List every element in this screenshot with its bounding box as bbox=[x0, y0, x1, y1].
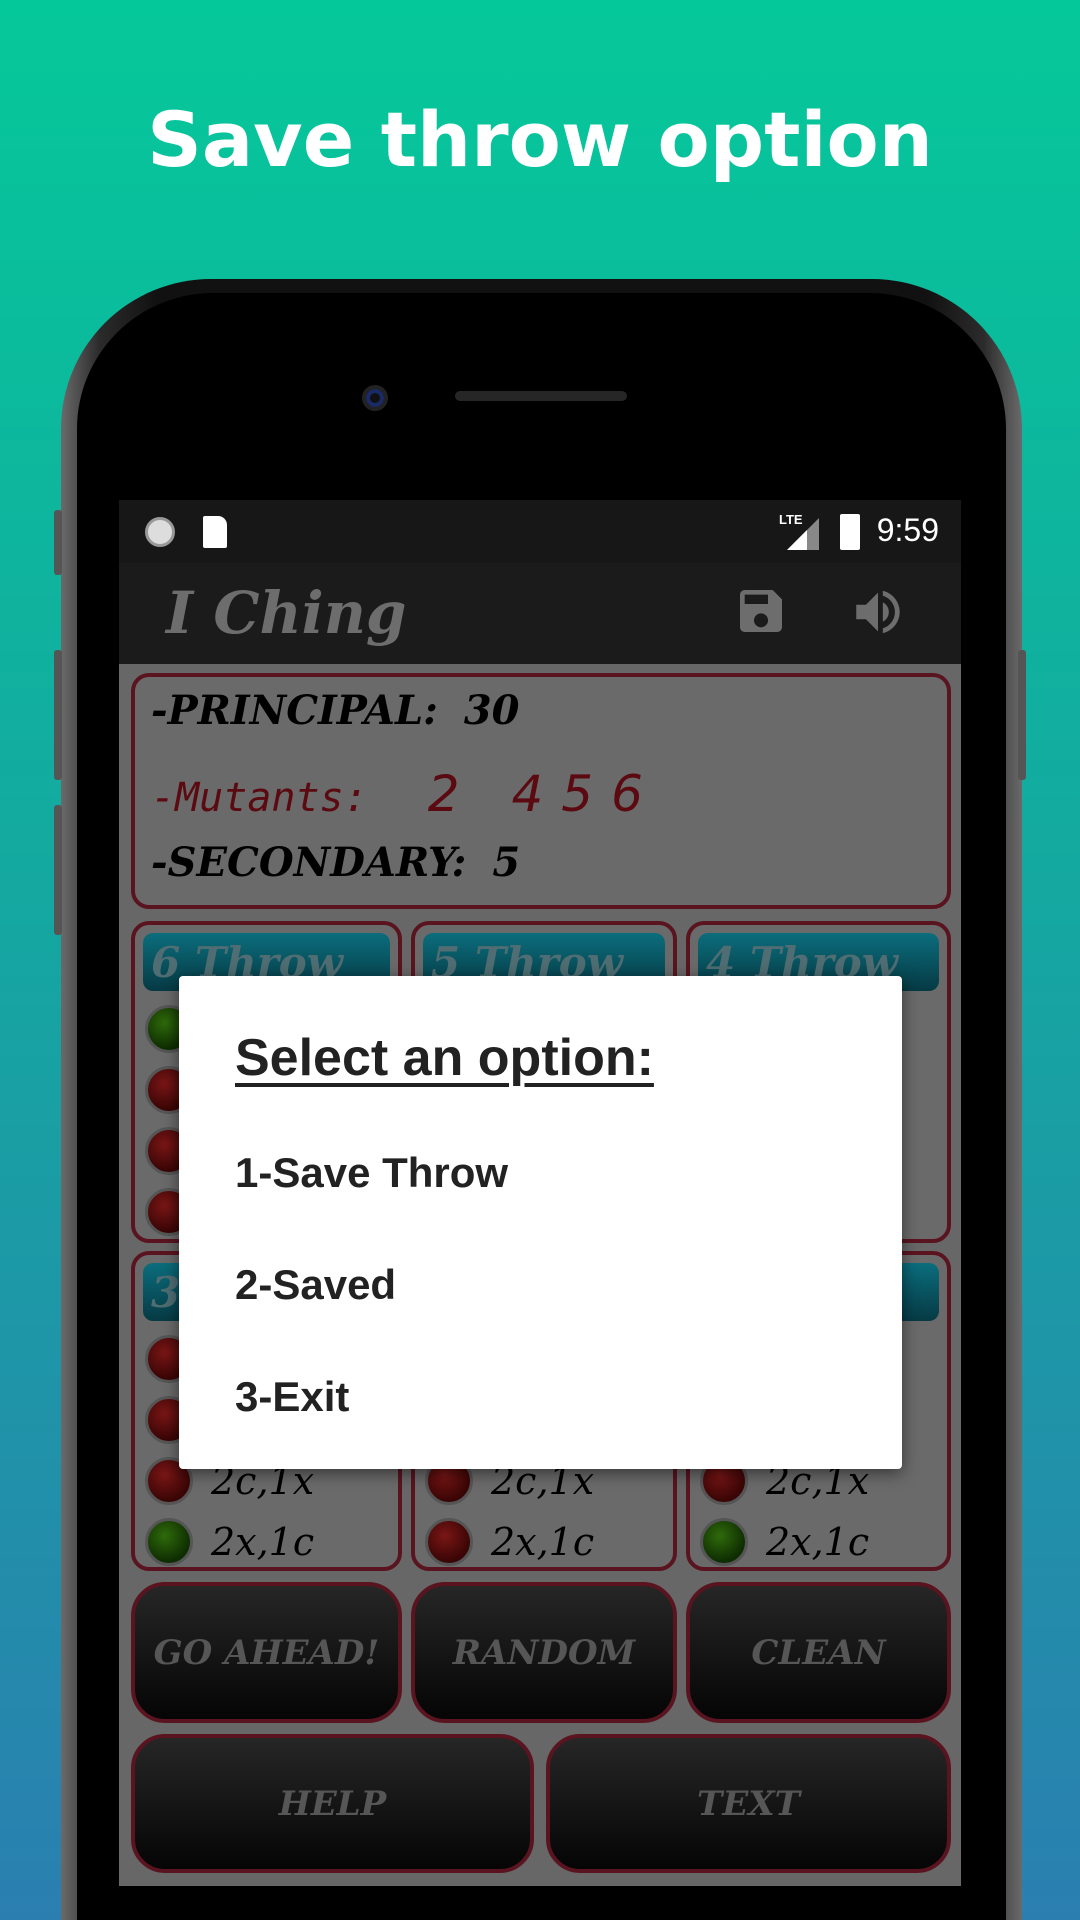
mutants-label: -Mutants: bbox=[151, 775, 368, 821]
option-save-throw[interactable]: 1-Save Throw bbox=[235, 1149, 508, 1197]
mutants-row: -Mutants: 2 456 bbox=[151, 765, 661, 823]
phone-side-button bbox=[54, 510, 62, 575]
secondary-value: 5 bbox=[492, 839, 521, 886]
sync-icon bbox=[145, 517, 175, 547]
save-icon[interactable] bbox=[733, 583, 789, 644]
throw-option-row[interactable]: 2x,1c bbox=[145, 1514, 315, 1567]
principal-value: 30 bbox=[463, 687, 520, 734]
led-indicator-icon[interactable] bbox=[425, 1518, 473, 1566]
throw-option-label: 2x,1c bbox=[491, 1520, 595, 1564]
phone-side-button bbox=[54, 805, 62, 935]
led-indicator-icon[interactable] bbox=[145, 1518, 193, 1566]
option-saved[interactable]: 2-Saved bbox=[235, 1261, 396, 1309]
status-bar: LTE 9:59 bbox=[119, 500, 961, 563]
phone-side-button bbox=[54, 650, 62, 780]
earpiece-speaker bbox=[455, 391, 627, 401]
mutants-value: 2 456 bbox=[427, 765, 661, 823]
led-indicator-icon[interactable] bbox=[700, 1518, 748, 1566]
text-button[interactable]: TEXT bbox=[546, 1734, 951, 1873]
principal-row: -PRINCIPAL: 30 bbox=[151, 687, 520, 734]
help-button[interactable]: HELP bbox=[131, 1734, 534, 1873]
dialog-title: Select an option: bbox=[235, 1029, 654, 1087]
secondary-row: -SECONDARY: 5 bbox=[151, 839, 520, 886]
random-button[interactable]: RANDOM bbox=[411, 1582, 677, 1723]
toolbar: I Ching bbox=[119, 563, 961, 664]
option-dialog: Select an option: 1-Save Throw 2-Saved 3… bbox=[179, 976, 902, 1469]
lte-signal-icon: LTE bbox=[779, 512, 819, 552]
go-ahead-button[interactable]: GO AHEAD! bbox=[131, 1582, 402, 1723]
clean-button[interactable]: CLEAN bbox=[686, 1582, 951, 1723]
sd-card-icon bbox=[203, 516, 227, 548]
front-camera bbox=[362, 385, 388, 411]
throw-option-label: 2x,1c bbox=[211, 1520, 315, 1564]
navigation-bar bbox=[119, 1886, 961, 1920]
throw-option-row[interactable]: 2x,1c bbox=[425, 1514, 595, 1567]
app-title: I Ching bbox=[166, 579, 407, 647]
headline: Save throw option bbox=[147, 95, 933, 184]
throw-option-row[interactable]: 2x,1c bbox=[700, 1514, 870, 1567]
volume-icon[interactable] bbox=[849, 583, 907, 646]
throw-option-label: 2x,1c bbox=[766, 1520, 870, 1564]
option-exit[interactable]: 3-Exit bbox=[235, 1373, 349, 1421]
battery-icon bbox=[840, 514, 860, 550]
principal-label: -PRINCIPAL: bbox=[151, 687, 438, 734]
secondary-label: -SECONDARY: bbox=[151, 839, 467, 886]
result-summary: -PRINCIPAL: 30 -Mutants: 2 456 -SECONDARY:… bbox=[131, 673, 951, 909]
clock: 9:59 bbox=[876, 512, 939, 548]
phone-side-button bbox=[1018, 650, 1026, 780]
